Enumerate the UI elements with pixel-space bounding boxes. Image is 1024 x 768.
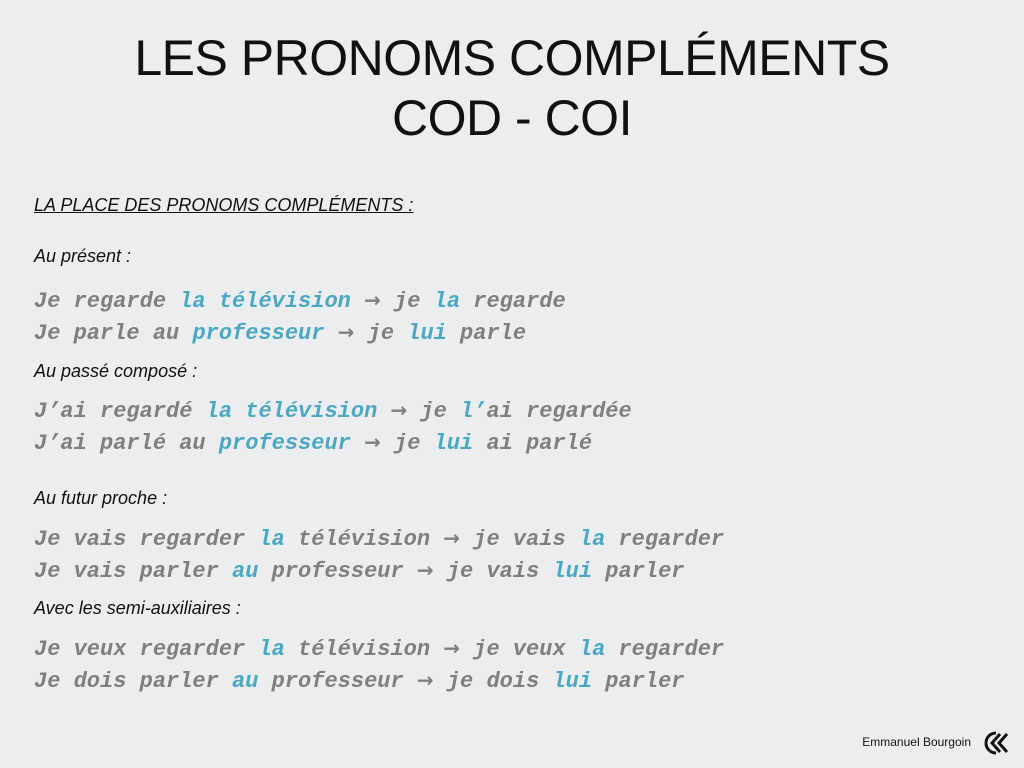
example-line: Je regarde la télévision → je la regarde (34, 288, 566, 314)
highlight-pronoun: la (258, 637, 285, 662)
tense-label-present: Au présent : (34, 246, 132, 266)
slide-title-line-2: COD - COI (392, 90, 632, 146)
highlight-pronoun: lui (552, 559, 593, 584)
examples-futur-proche: Je vais regarder la télévision → je vais… (34, 523, 724, 587)
highlight-text: la télévision (179, 289, 351, 314)
highlight-pronoun: lui (433, 431, 474, 456)
arrow-right-icon: → (443, 526, 461, 550)
highlight-pronoun: lui (407, 321, 447, 346)
arrow-right-icon: → (443, 636, 461, 660)
highlight-pronoun: la (578, 527, 606, 552)
arrow-right-icon: → (416, 558, 434, 582)
example-line: Je vais regarder la télévision → je vais… (34, 526, 725, 552)
examples-present: Je regarde la télévision → je la regarde… (34, 285, 566, 349)
example-line: Je dois parler au professeur → je dois l… (34, 668, 685, 694)
arrow-right-icon: → (364, 288, 381, 312)
examples-semi-auxiliaires: Je veux regarder la télévision → je veux… (34, 633, 724, 697)
arrow-right-icon: → (364, 430, 381, 454)
highlight-pronoun: la (258, 527, 285, 552)
arrow-right-icon: → (337, 320, 355, 344)
highlight-pronoun: la (433, 289, 461, 314)
highlight-pronoun: la (578, 637, 606, 662)
section-heading: LA PLACE DES PRONOMS COMPLÉMENTS : (34, 195, 414, 215)
highlight-pronoun: au (232, 559, 259, 584)
slide-title: LES PRONOMS COMPLÉMENTS COD - COI (0, 28, 1024, 148)
highlight-pronoun: au (232, 669, 259, 694)
tense-label-passe-compose: Au passé composé : (34, 361, 198, 381)
highlight-pronoun: lui (552, 669, 593, 694)
tense-label-semi-auxiliaires: Avec les semi-auxiliaires : (34, 598, 241, 618)
highlight-text: professeur (218, 431, 351, 456)
example-line: J’ai regardé la télévision → je l’ai reg… (34, 398, 632, 424)
examples-passe-compose: J’ai regardé la télévision → je l’ai reg… (34, 395, 632, 459)
example-line: Je vais parler au professeur → je vais l… (34, 558, 685, 584)
example-line: J’ai parlé au professeur → je lui ai par… (34, 430, 593, 456)
highlight-pronoun: l’ (460, 399, 487, 424)
highlight-text: la télévision (205, 399, 378, 424)
footer-author: Emmanuel Bourgoin (862, 735, 971, 749)
arrow-right-icon: → (390, 398, 408, 422)
ck-logo-icon (984, 731, 1009, 755)
tense-label-futur-proche: Au futur proche : (34, 488, 168, 508)
example-line: Je parle au professeur → je lui parle (34, 320, 527, 346)
arrow-right-icon: → (416, 668, 434, 692)
highlight-text: professeur (192, 321, 325, 346)
slide-title-line-1: LES PRONOMS COMPLÉMENTS (134, 30, 890, 86)
example-line: Je veux regarder la télévision → je veux… (34, 636, 725, 662)
